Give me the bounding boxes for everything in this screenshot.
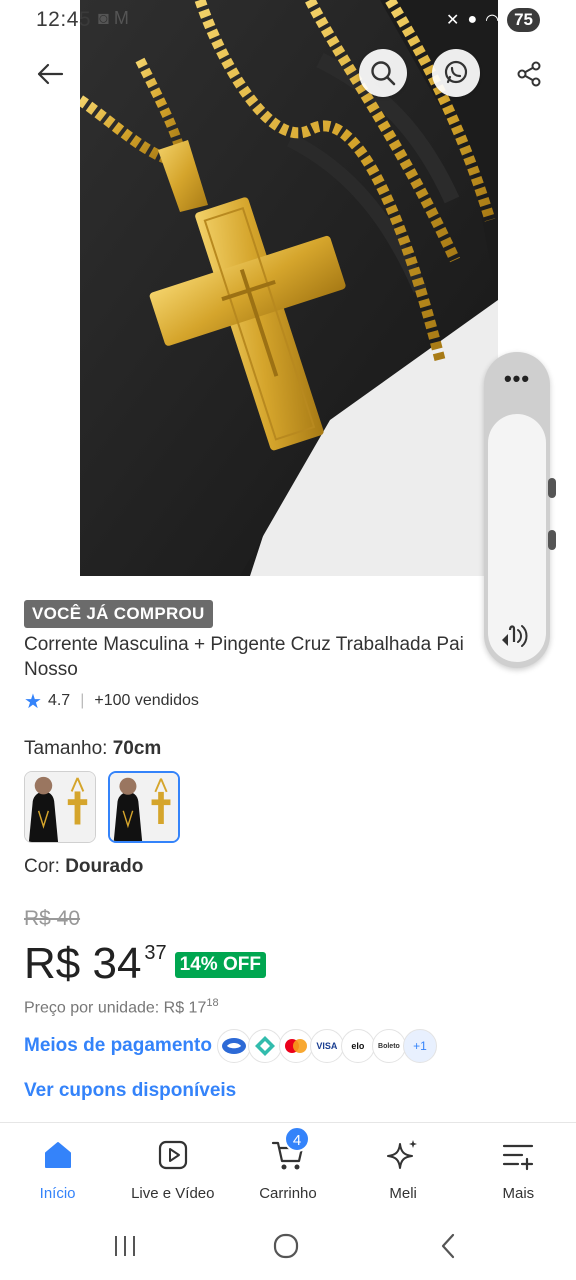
mute-icon: ✕ — [446, 12, 460, 29]
variant-image — [25, 772, 95, 842]
play-icon — [155, 1137, 191, 1173]
color-value: Dourado — [65, 856, 144, 877]
rating-row[interactable]: ★ 4.7 | +100 vendidos — [24, 689, 199, 713]
recent-apps-icon — [115, 1236, 135, 1256]
elo-icon: elo — [340, 1029, 375, 1063]
battery-indicator: 75 — [507, 8, 540, 32]
system-navigation-bar — [0, 1212, 576, 1280]
home-circle-icon — [273, 1233, 299, 1259]
nav-meli[interactable]: Meli — [346, 1123, 461, 1213]
mercado-pago-icon — [216, 1029, 251, 1063]
notification-icons: ◙ M — [98, 8, 129, 28]
speaker-icon[interactable] — [498, 620, 534, 652]
current-price: R$ 34 — [24, 939, 142, 988]
unit-price: Preço por unidade: R$ 1718 — [24, 997, 219, 1017]
more-options-icon[interactable]: ••• — [484, 366, 550, 392]
recent-apps-button[interactable] — [105, 1228, 145, 1264]
already-bought-badge: VOCÊ JÁ COMPROU — [24, 600, 213, 628]
cart-count-badge: 4 — [284, 1126, 310, 1152]
size-label: Tamanho: 70cm — [24, 738, 162, 759]
sold-count: +100 vendidos — [94, 692, 199, 709]
boleto-icon: Boleto — [371, 1029, 406, 1063]
color-label: Cor: Dourado — [24, 856, 144, 877]
pix-icon — [247, 1029, 282, 1063]
system-back-button[interactable] — [428, 1228, 468, 1264]
nav-more[interactable]: Mais — [461, 1123, 576, 1213]
chevron-left-icon — [441, 1233, 455, 1259]
search-button[interactable] — [359, 49, 407, 97]
back-button[interactable] — [30, 54, 70, 94]
star-icon: ★ — [24, 690, 42, 713]
current-price-cents: 37 — [144, 942, 167, 964]
mastercard-icon — [278, 1029, 313, 1063]
image-scroll-indicator — [548, 478, 556, 498]
menu-plus-icon — [500, 1137, 536, 1173]
home-icon — [40, 1137, 76, 1173]
price-row: R$ 34 37 14% OFF — [24, 936, 266, 992]
discount-badge: 14% OFF — [174, 952, 266, 978]
rating-separator: | — [80, 692, 85, 709]
payment-icons[interactable]: VISA elo Boleto +1 — [216, 1029, 437, 1063]
old-price: R$ 40 — [24, 907, 81, 930]
variant-thumbnail-selected[interactable] — [108, 771, 180, 843]
whatsapp-icon — [444, 60, 468, 84]
payment-methods-row[interactable]: Meios de pagamento VISA elo Boleto +1 — [24, 1028, 437, 1064]
nav-live-video[interactable]: Live e Vídeo — [115, 1123, 230, 1213]
coupons-link[interactable]: Ver cupons disponíveis — [24, 1080, 236, 1102]
location-icon: ● — [467, 11, 478, 28]
size-value: 70cm — [112, 738, 162, 759]
product-title: Corrente Masculina + Pingente Cruz Traba… — [24, 634, 464, 680]
whatsapp-share-button[interactable] — [432, 49, 480, 97]
status-icons: ✕ ● ◠ 75 — [446, 8, 540, 32]
visa-icon: VISA — [309, 1029, 344, 1063]
share-icon — [517, 61, 541, 87]
variant-thumbnail[interactable] — [24, 771, 96, 843]
nav-home[interactable]: Início — [0, 1123, 115, 1213]
search-icon — [371, 61, 396, 86]
wifi-icon: ◠ — [485, 12, 500, 29]
status-bar: 12:45 ◙ M ✕ ● ◠ 75 — [0, 0, 576, 40]
arrow-left-icon — [37, 63, 64, 85]
sparkle-icon — [385, 1137, 421, 1173]
image-scroll-indicator — [548, 530, 556, 550]
payment-methods-link[interactable]: Meios de pagamento — [24, 1035, 212, 1057]
status-time: 12:45 — [36, 8, 92, 31]
home-button[interactable] — [266, 1228, 306, 1264]
volume-panel[interactable]: ••• — [484, 352, 550, 668]
share-button[interactable] — [508, 54, 550, 94]
rating-value: 4.7 — [47, 692, 71, 709]
more-payment-methods[interactable]: +1 — [402, 1029, 437, 1063]
variant-image — [110, 773, 178, 841]
